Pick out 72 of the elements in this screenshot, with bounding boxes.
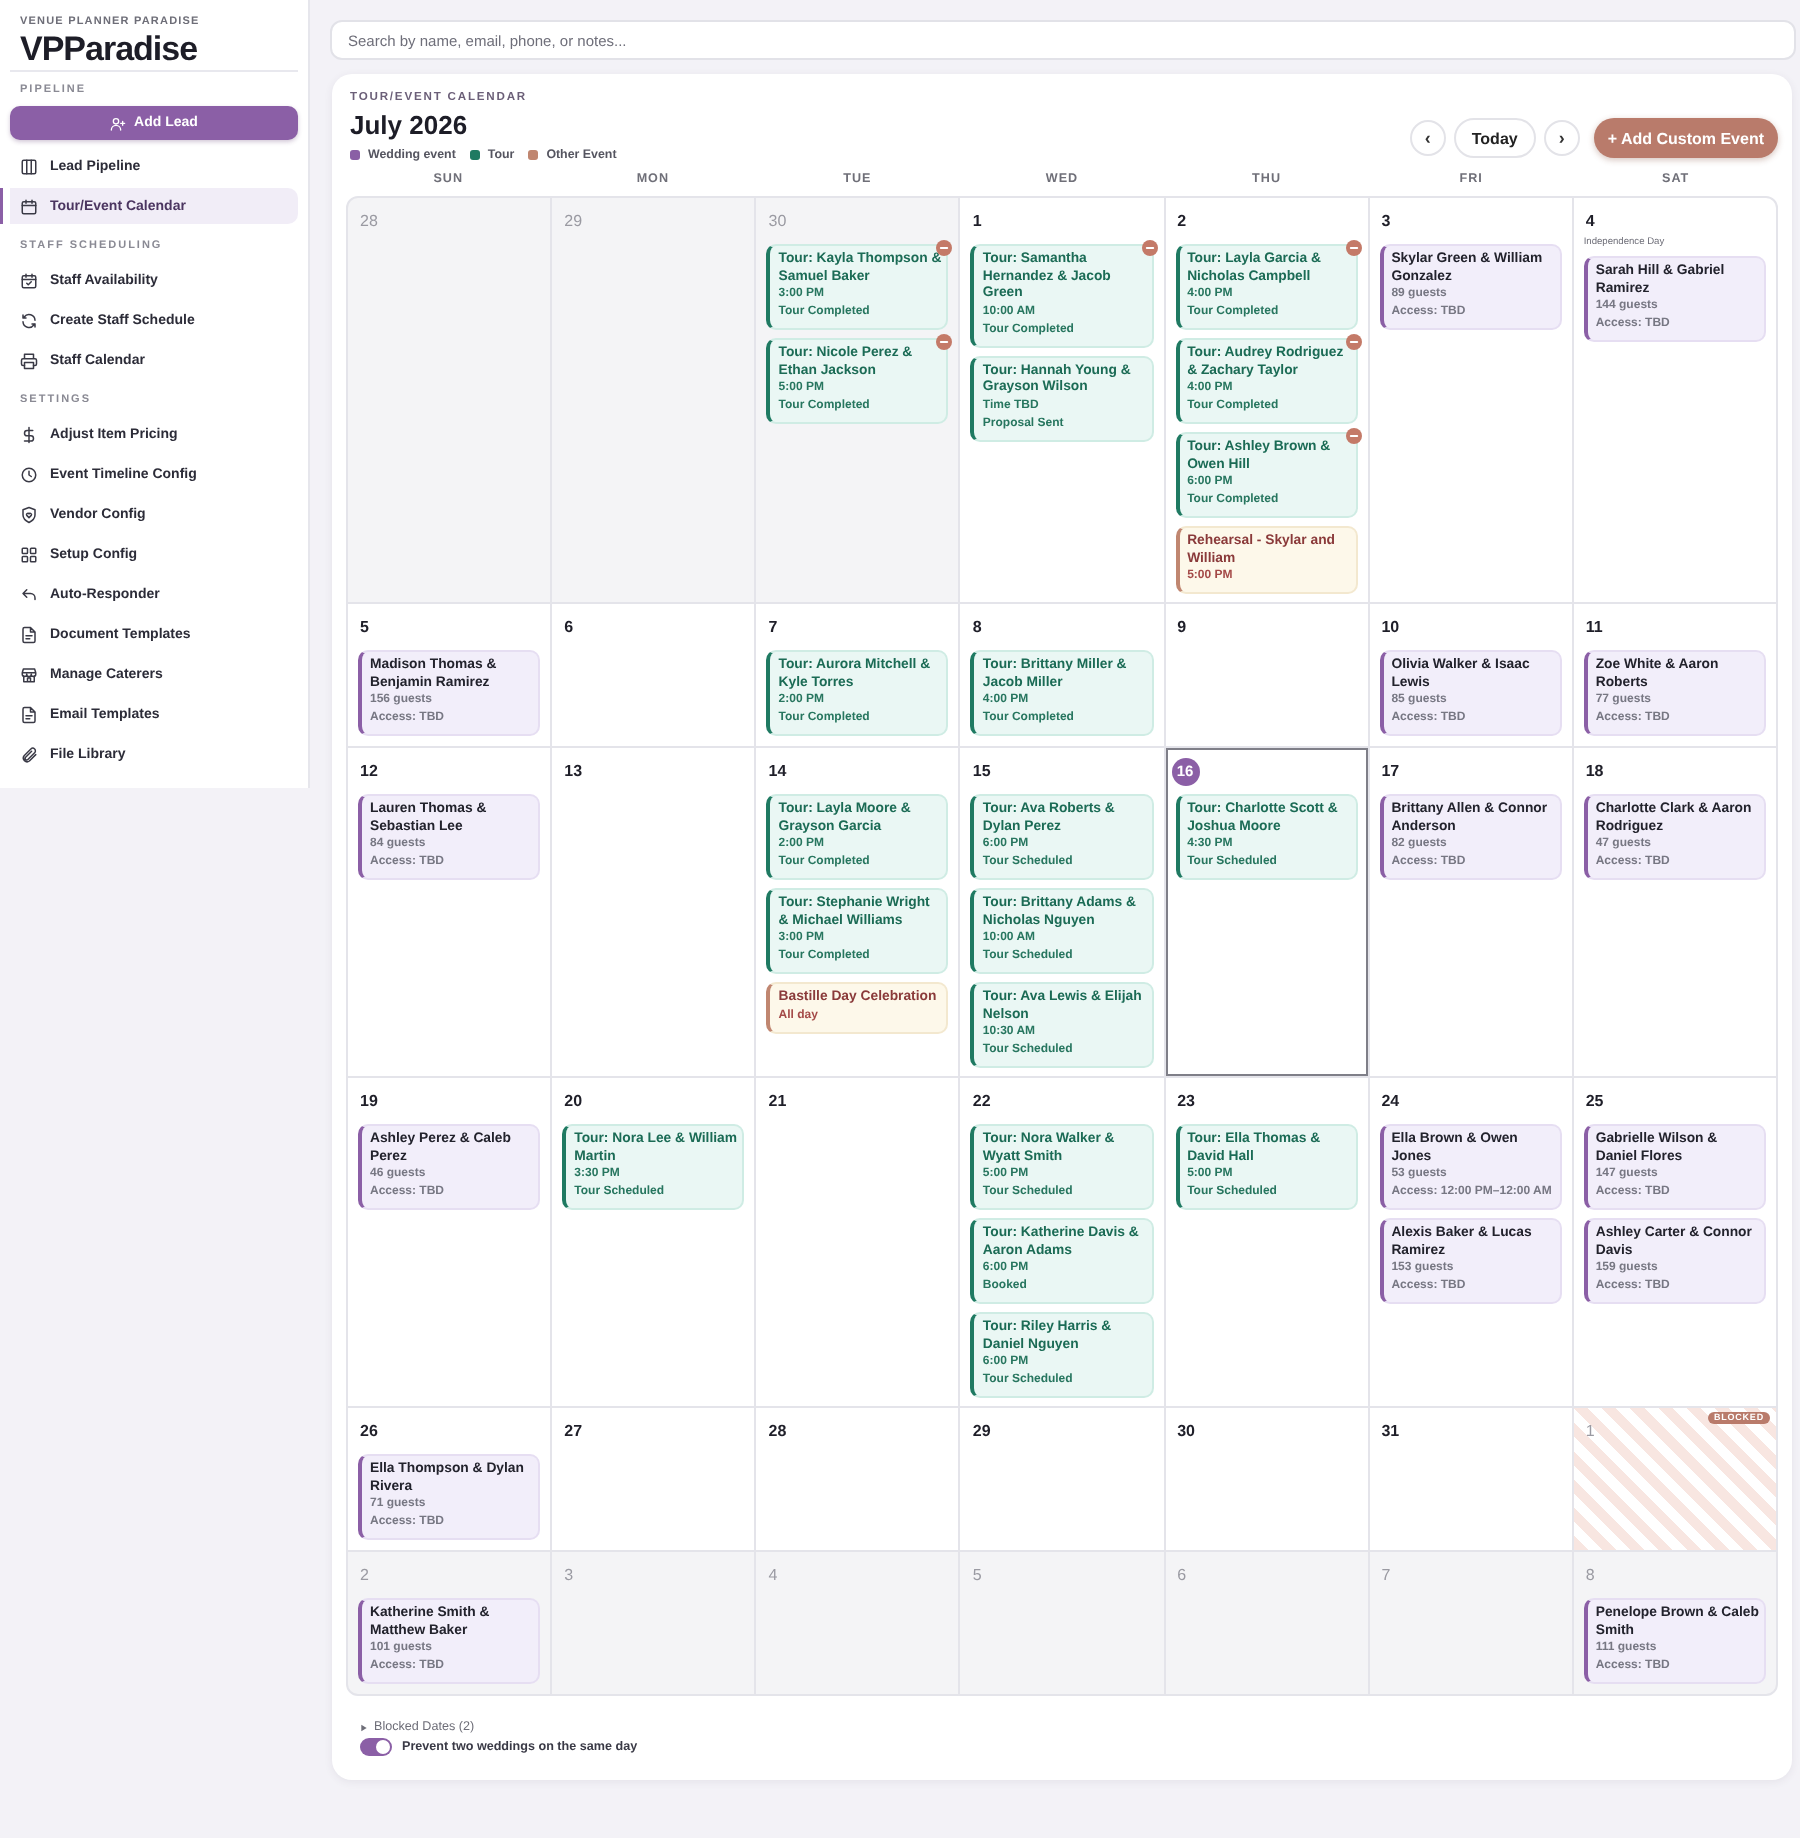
today-button[interactable]: Today	[1453, 118, 1536, 158]
day-number: 5	[972, 1564, 982, 1586]
day-number: 26	[360, 1420, 378, 1442]
reply-arrow-icon	[20, 585, 38, 603]
day-number: 4	[1585, 210, 1595, 232]
storefront-icon	[20, 665, 38, 683]
day-number: 29	[564, 210, 583, 232]
previous-month-button[interactable]: ‹	[1409, 120, 1446, 156]
shield-icon	[20, 505, 38, 523]
day-number: 4	[768, 1564, 778, 1586]
calendar-check-icon	[20, 271, 38, 289]
day-number: 17	[1381, 760, 1400, 782]
brand-name: VPParadise	[20, 30, 200, 68]
day-cell[interactable]: 6	[552, 604, 755, 746]
day-number: 15	[972, 760, 991, 782]
day-number: 23	[1177, 1090, 1195, 1112]
day-number: 3	[1381, 210, 1391, 232]
printer-icon	[20, 351, 38, 369]
user-plus-icon	[110, 115, 127, 131]
day-number: 2	[1177, 210, 1187, 232]
day-number: 1	[1585, 1420, 1595, 1442]
toggle-switch[interactable]	[360, 1738, 392, 1756]
next-month-button[interactable]: ›	[1543, 120, 1580, 156]
day-number: 30	[768, 210, 787, 232]
day-number: 29	[972, 1420, 991, 1442]
day-number: 13	[564, 760, 583, 782]
day-number: 28	[360, 210, 378, 232]
day-number: 7	[768, 616, 778, 638]
day-number: 19	[360, 1090, 378, 1112]
day-cell[interactable]: 29	[960, 1408, 1164, 1550]
day-cell[interactable]: 27	[552, 1408, 755, 1550]
day-number: 8	[972, 616, 982, 638]
document-icon	[20, 625, 38, 643]
day-number: 7	[1381, 1564, 1391, 1586]
day-number: 6	[564, 616, 574, 638]
day-cell[interactable]: 9	[1165, 604, 1368, 746]
clock-icon	[20, 465, 38, 483]
day-number: 8	[1585, 1564, 1595, 1586]
day-number: 11	[1585, 616, 1603, 638]
document-icon	[20, 705, 38, 723]
columns-icon	[20, 157, 38, 175]
month-title: July 2026	[350, 108, 470, 142]
day-number: 5	[360, 616, 369, 638]
day-number: 20	[564, 1090, 583, 1112]
calendar-icon	[20, 197, 38, 215]
day-number: 30	[1177, 1420, 1195, 1442]
day-number: 1	[972, 210, 982, 232]
day-cell[interactable]	[1165, 198, 1368, 602]
day-number: 21	[768, 1090, 787, 1112]
day-number: 25	[1585, 1090, 1604, 1112]
day-number: 3	[564, 1564, 574, 1586]
day-number: 2	[360, 1564, 369, 1586]
day-number: 27	[564, 1420, 583, 1442]
day-number: 28	[768, 1420, 787, 1442]
day-cell[interactable]: 28	[756, 1408, 959, 1550]
paperclip-icon	[20, 745, 38, 763]
day-number: 22	[972, 1090, 991, 1112]
day-cell[interactable]: 31	[1369, 1408, 1572, 1550]
day-cell[interactable]: 30	[1165, 1408, 1368, 1550]
day-number: 31	[1381, 1420, 1400, 1442]
day-number: 6	[1177, 1564, 1187, 1586]
grid-icon	[20, 545, 38, 563]
day-number: 24	[1381, 1090, 1400, 1112]
day-number: 14	[768, 760, 787, 782]
day-number: 10	[1381, 616, 1400, 638]
dollar-icon	[20, 425, 38, 443]
day-cell[interactable]: 13	[552, 748, 755, 1076]
refresh-icon	[20, 311, 38, 329]
day-number: 12	[360, 760, 378, 782]
day-cell[interactable]: 21	[756, 1078, 959, 1406]
day-number: 18	[1585, 760, 1604, 782]
day-number: 9	[1177, 616, 1187, 638]
